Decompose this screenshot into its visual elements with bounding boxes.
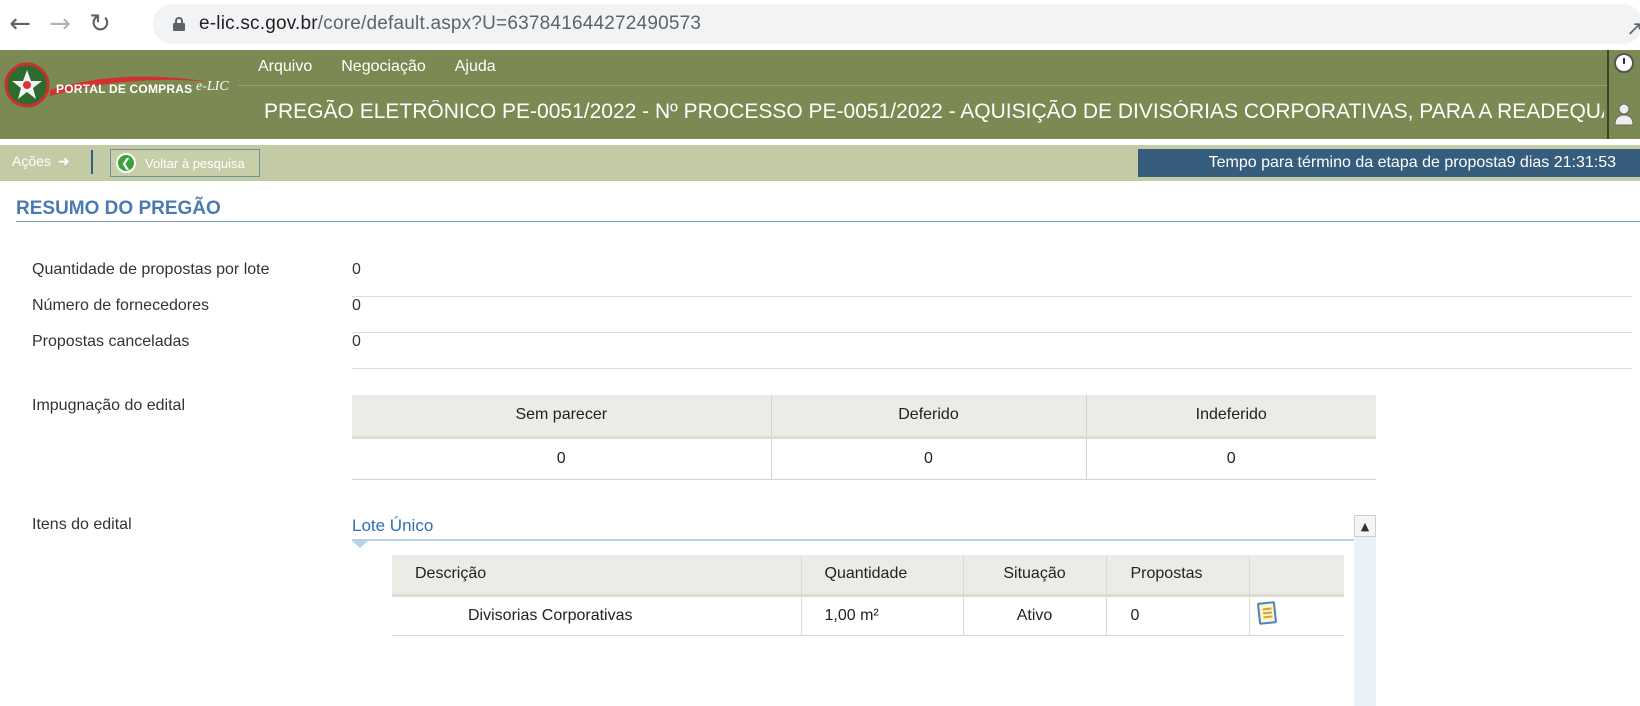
field-value-propostas-lote: 0 xyxy=(352,261,1632,297)
header-quantidade: Quantidade xyxy=(801,555,964,597)
header-separator xyxy=(1607,50,1609,139)
url-text: e-lic.sc.gov.br/core/default.aspx?U=6378… xyxy=(199,13,702,34)
address-bar[interactable]: e-lic.sc.gov.br/core/default.aspx?U=6378… xyxy=(153,4,1640,44)
menu-ajuda[interactable]: Ajuda xyxy=(455,58,496,76)
menu-negociacao[interactable]: Negociação xyxy=(341,58,426,76)
logo-text: PORTAL DE COMPRAS xyxy=(56,82,193,96)
arrow-right-icon: ➜ xyxy=(58,154,70,170)
back-to-search-button[interactable]: ❮ Voltar à pesquisa xyxy=(110,149,260,177)
forward-arrow-icon[interactable]: → xyxy=(40,4,80,44)
item-action-cell xyxy=(1249,595,1344,636)
share-icon[interactable]: ↗ xyxy=(1626,16,1640,40)
value-indeferido: 0 xyxy=(1086,437,1376,480)
item-propostas: 0 xyxy=(1106,595,1250,636)
field-label-fornecedores: Número de fornecedores xyxy=(32,297,209,314)
header-indeferido: Indeferido xyxy=(1086,395,1376,439)
logo-elic: e-LIC xyxy=(196,79,229,94)
portal-logo[interactable]: PORTAL DE COMPRAS e-LIC xyxy=(0,50,238,139)
main-menu: Arquivo Negociação Ajuda xyxy=(258,50,496,84)
lote-tab[interactable]: Lote Único xyxy=(352,516,433,536)
header-deferido: Deferido xyxy=(771,395,1087,439)
field-value-canceladas: 0 xyxy=(352,333,1632,369)
section-title: RESUMO DO PREGÃO xyxy=(16,198,221,219)
user-icon[interactable] xyxy=(1614,102,1634,126)
lote-underline xyxy=(352,539,1354,541)
item-descricao: Divisorias Corporativas xyxy=(392,595,802,636)
field-label-propostas-lote: Quantidade de propostas por lote xyxy=(32,261,270,278)
clock-icon[interactable] xyxy=(1614,53,1634,73)
field-label-impugnacao: Impugnação do edital xyxy=(32,397,185,414)
actions-bar: Ações ➜ ❮ Voltar à pesquisa Tempo para t… xyxy=(0,145,1640,181)
reload-icon[interactable]: ↻ xyxy=(80,4,120,44)
items-header-row: Descrição Quantidade Situação Propostas xyxy=(392,555,1344,597)
header-descricao: Descrição xyxy=(392,555,802,597)
header-sem-parecer: Sem parecer xyxy=(352,395,772,439)
field-label-canceladas: Propostas canceladas xyxy=(32,333,190,350)
header-divider xyxy=(238,85,1608,86)
header-situacao: Situação xyxy=(963,555,1107,597)
item-situacao: Ativo xyxy=(963,595,1107,636)
lock-icon xyxy=(173,17,185,31)
acoes-menu[interactable]: Ações xyxy=(12,153,51,169)
impugnacao-value-row: 0 0 0 xyxy=(352,437,1376,480)
actions-separator xyxy=(91,150,93,174)
state-seal-icon xyxy=(4,62,50,108)
portal-header: PORTAL DE COMPRAS e-LIC Arquivo Negociaç… xyxy=(0,50,1640,139)
field-label-itens: Itens do edital xyxy=(32,516,132,533)
browser-toolbar: ← → ↻ e-lic.sc.gov.br/core/default.aspx?… xyxy=(0,0,1640,48)
timer-label: Tempo para término da etapa de proposta xyxy=(1208,154,1507,171)
scroll-strip xyxy=(1354,537,1376,706)
document-icon[interactable] xyxy=(1256,601,1277,625)
field-value-fornecedores: 0 xyxy=(352,297,1632,333)
collapse-up-icon[interactable]: ▲ xyxy=(1354,515,1376,537)
back-arrow-icon[interactable]: ← xyxy=(0,4,40,44)
menu-arquivo[interactable]: Arquivo xyxy=(258,58,312,76)
proposal-timer: Tempo para término da etapa de proposta … xyxy=(1138,149,1640,177)
value-sem-parecer: 0 xyxy=(352,437,772,480)
lote-caret-icon xyxy=(352,541,368,548)
page-title: PREGÃO ELETRÔNICO PE-0051/2022 - Nº PROC… xyxy=(264,100,1604,123)
item-quantidade: 1,00 m² xyxy=(801,595,964,636)
value-deferido: 0 xyxy=(771,437,1087,480)
header-propostas: Propostas xyxy=(1106,555,1250,597)
impugnacao-table: Sem parecer Deferido Indeferido 0 0 0 xyxy=(352,395,1376,480)
section-underline xyxy=(16,221,1640,222)
impugnacao-header-row: Sem parecer Deferido Indeferido xyxy=(352,395,1376,439)
back-circle-icon: ❮ xyxy=(116,153,136,173)
back-to-search-label: Voltar à pesquisa xyxy=(145,155,245,171)
items-table: Descrição Quantidade Situação Propostas … xyxy=(392,555,1344,636)
table-row: Divisorias Corporativas 1,00 m² Ativo 0 xyxy=(392,595,1344,636)
timer-value: 9 dias 21:31:53 xyxy=(1506,154,1616,171)
header-actions xyxy=(1249,555,1344,597)
